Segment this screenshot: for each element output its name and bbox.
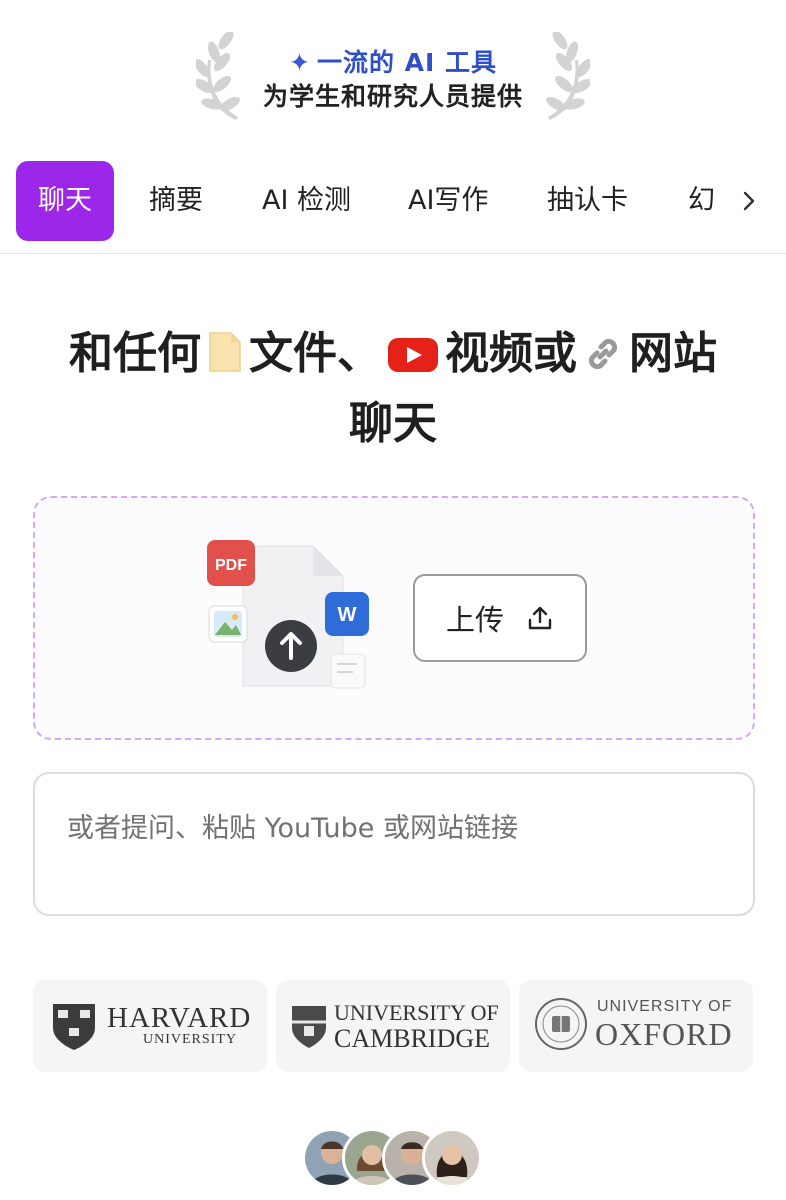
tab-ai-writing[interactable]: AI写作	[408, 161, 488, 241]
file-dropzone[interactable]: PDF W 上传	[33, 496, 755, 740]
sparkle-icon: ✦	[288, 48, 311, 77]
tab-ai-detect[interactable]: AI 检测	[262, 161, 351, 241]
upload-button[interactable]: 上传	[413, 574, 587, 662]
harvard-shield-icon	[53, 1004, 95, 1050]
award-text: ✦ 一流的 AI 工具 为学生和研究人员提供	[0, 46, 786, 114]
page-title: 和任何 文件、 视频或 网站 聊天	[0, 322, 786, 456]
title-line-1: 和任何 文件、 视频或 网站	[0, 322, 786, 392]
award-badge: ✦ 一流的 AI 工具 为学生和研究人员提供	[0, 32, 786, 124]
title-part-1: 和任何	[69, 328, 201, 379]
question-input[interactable]	[67, 806, 727, 896]
title-part-4: 网站	[629, 328, 717, 379]
harvard-sub: UNIVERSITY	[143, 1032, 237, 1047]
harvard-name: HARVARD	[107, 1002, 252, 1034]
award-subtitle: 为学生和研究人员提供	[262, 82, 523, 111]
tab-more[interactable]: 幻	[688, 161, 715, 241]
title-part-3: 视频或	[445, 328, 577, 379]
document-icon	[207, 328, 243, 392]
question-input-box[interactable]	[33, 772, 755, 916]
oxford-logo: UNIVERSITY OF OXFORD	[519, 980, 753, 1072]
university-logos: HARVARD UNIVERSITY UNIVERSITY OF CAMBRID…	[33, 980, 755, 1072]
award-title-text: 一流的 AI 工具	[316, 48, 497, 77]
youtube-icon	[387, 328, 439, 392]
word-badge-label: W	[338, 604, 357, 626]
feature-tabs: 聊天 摘要 AI 检测 AI写作 抽认卡 幻	[0, 160, 786, 254]
award-title: ✦ 一流的 AI 工具	[0, 46, 786, 80]
oxford-line-2: OXFORD	[595, 1016, 733, 1052]
cambridge-shield-icon	[292, 1006, 326, 1048]
link-icon	[583, 328, 623, 392]
chevron-right-icon	[743, 191, 755, 211]
title-part-2: 文件、	[249, 328, 381, 379]
upload-button-label: 上传	[445, 603, 504, 637]
oxford-line-1: UNIVERSITY OF	[597, 998, 733, 1015]
harvard-logo: HARVARD UNIVERSITY	[33, 980, 267, 1072]
tab-summary[interactable]: 摘要	[149, 161, 203, 241]
oxford-seal-icon	[535, 998, 587, 1050]
user-avatars	[302, 1128, 488, 1188]
upload-icon	[528, 606, 552, 630]
cambridge-line-2: CAMBRIDGE	[334, 1024, 491, 1053]
tabs-scroll-right-button[interactable]	[722, 160, 786, 242]
pdf-badge-label: PDF	[215, 557, 247, 574]
avatar	[422, 1128, 482, 1188]
cambridge-logo: UNIVERSITY OF CAMBRIDGE	[276, 980, 510, 1072]
tab-flashcards[interactable]: 抽认卡	[547, 161, 628, 241]
cambridge-line-1: UNIVERSITY OF	[334, 1000, 499, 1025]
tab-chat[interactable]: 聊天	[16, 161, 114, 241]
upload-files-illustration: PDF W	[207, 540, 369, 689]
title-line-2: 聊天	[349, 398, 437, 449]
